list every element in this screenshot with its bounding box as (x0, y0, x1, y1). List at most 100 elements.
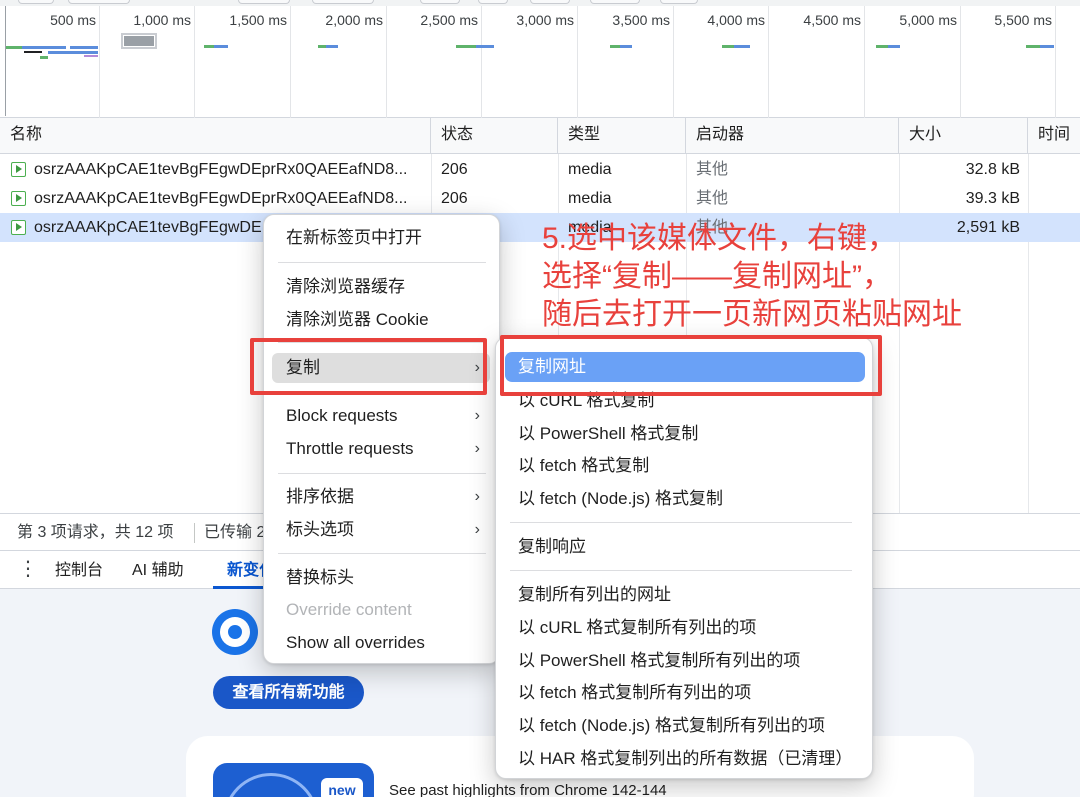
waterfall-segment (1040, 45, 1054, 48)
timeline-tick: 4,500 ms (803, 12, 861, 28)
menu-separator (278, 553, 486, 554)
timeline-toolbar-strip (0, 0, 1080, 6)
menu-item-copy-all-urls[interactable]: 复制所有列出的网址 (518, 580, 671, 610)
menu-separator (278, 473, 486, 474)
request-initiator: 其他 (696, 161, 729, 178)
chevron-right-icon: › (474, 488, 480, 505)
waterfall-segment (456, 45, 476, 48)
menu-item-copy-as-fetch[interactable]: 以 fetch 格式复制 (518, 451, 649, 481)
menu-item-clear-cookies[interactable]: 清除浏览器 Cookie (286, 305, 486, 335)
request-size: 32.8 kB (965, 161, 1020, 178)
waterfall-segment (204, 45, 214, 48)
timeline-tick: 2,000 ms (325, 12, 383, 28)
waterfall-segment (476, 45, 494, 48)
tab-console[interactable]: 控制台 (55, 551, 103, 591)
menu-item-replace-headers[interactable]: 替换标头 (286, 563, 486, 593)
menu-item-block-requests[interactable]: Block requests › (286, 401, 490, 431)
timeline-tick: 1,000 ms (133, 12, 191, 28)
menu-item-clear-cache[interactable]: 清除浏览器缓存 (286, 272, 486, 302)
more-vertical-icon[interactable]: ⋮ (18, 559, 38, 581)
status-divider (194, 523, 195, 543)
menu-separator (510, 570, 852, 571)
copy-submenu: 复制网址 以 cURL 格式复制 以 PowerShell 格式复制 以 fet… (495, 337, 873, 779)
chevron-right-icon: › (474, 521, 480, 538)
waterfall-segment (40, 56, 48, 59)
waterfall-block (121, 33, 157, 49)
waterfall-segment (722, 45, 734, 48)
menu-item-header-options[interactable]: 标头选项 › (286, 515, 490, 545)
table-row[interactable]: osrzAAAKpCAE1tevBgFEgwDEprRx0QAEEafND8..… (0, 184, 1080, 213)
context-menu: 在新标签页中打开 清除浏览器缓存 清除浏览器 Cookie 复制 › Block… (263, 214, 500, 664)
toolbar-fragment (68, 0, 130, 4)
menu-item-copy-all-as-fetch[interactable]: 以 fetch 格式复制所有列出的项 (518, 678, 751, 708)
timeline-tick: 4,000 ms (707, 12, 765, 28)
menu-item-block-requests-label: Block requests (286, 406, 398, 425)
menu-item-copy-as-fetch-node[interactable]: 以 fetch (Node.js) 格式复制 (518, 484, 723, 514)
column-header-name[interactable]: 名称 (0, 118, 431, 154)
column-header-size[interactable]: 大小 (899, 118, 1028, 154)
toolbar-fragment (590, 0, 640, 4)
menu-item-copy-all-as-curl[interactable]: 以 cURL 格式复制所有列出的项 (518, 613, 756, 643)
menu-item-copy-response[interactable]: 复制响应 (518, 532, 586, 562)
annotation-line: 5.选中该媒体文件，右键， (542, 222, 898, 255)
new-badge: new (321, 778, 363, 797)
media-file-icon (11, 191, 26, 206)
see-all-features-button[interactable]: 查看所有新功能 (213, 676, 364, 709)
table-row[interactable]: osrzAAAKpCAE1tevBgFEgwDEprRx0QAEEafND8..… (0, 155, 1080, 184)
toolbar-fragment (478, 0, 508, 4)
waterfall-segment (610, 45, 620, 48)
column-header-time[interactable]: 时间 (1028, 118, 1080, 154)
waterfall-segment (70, 46, 98, 49)
menu-item-copy-as-powershell[interactable]: 以 PowerShell 格式复制 (518, 419, 698, 449)
toolbar-fragment (420, 0, 460, 4)
annotation-highlight-copy (250, 338, 487, 395)
waterfall-segment (318, 45, 326, 48)
timeline-overview[interactable]: 500 ms 1,000 ms 1,500 ms 2,000 ms 2,500 … (0, 0, 1080, 118)
grid-line (1055, 6, 1056, 118)
column-header-status[interactable]: 状态 (431, 118, 558, 154)
waterfall-segment (876, 45, 888, 48)
waterfall-segment (620, 45, 632, 48)
menu-item-throttle-requests-label: Throttle requests (286, 439, 414, 458)
menu-item-copy-all-as-fetch-node[interactable]: 以 fetch (Node.js) 格式复制所有列出的项 (518, 711, 825, 741)
tab-ai-assistance[interactable]: AI 辅助 (132, 551, 184, 591)
column-header-type[interactable]: 类型 (558, 118, 686, 154)
menu-item-throttle-requests[interactable]: Throttle requests › (286, 434, 490, 464)
menu-item-copy-all-as-har[interactable]: 以 HAR 格式复制列出的所有数据（已清理） (518, 744, 852, 774)
toolbar-fragment (238, 0, 290, 4)
menu-item-sort-by-label: 排序依据 (286, 487, 354, 506)
menu-item-copy-all-as-powershell[interactable]: 以 PowerShell 格式复制所有列出的项 (518, 646, 800, 676)
highlights-card-text[interactable]: See past highlights from Chrome 142-144 (389, 782, 667, 797)
waterfall-segment (48, 51, 98, 54)
waterfall-segment (734, 45, 750, 48)
request-name: osrzAAAKpCAE1tevBgFEgwDEprRx0QAEEafND8..… (34, 161, 408, 178)
menu-item-override-content: Override content (286, 600, 412, 619)
transferred-size: 已传输 2 (204, 524, 266, 541)
annotation-line: 选择“复制——复制网址”， (542, 260, 892, 293)
request-type: media (568, 161, 612, 178)
menu-item-open-new-tab[interactable]: 在新标签页中打开 (286, 223, 486, 253)
toolbar-fragment (18, 0, 54, 4)
table-header: 名称 状态 类型 启动器 大小 时间 (0, 118, 1080, 154)
menu-item-header-options-label: 标头选项 (286, 520, 354, 539)
request-count: 第 3 项请求，共 12 项 (17, 524, 174, 541)
timeline-tick: 500 ms (50, 12, 96, 28)
toolbar-fragment (530, 0, 570, 4)
timeline-tick: 2,500 ms (420, 12, 478, 28)
media-file-icon (11, 162, 26, 177)
menu-item-sort-by[interactable]: 排序依据 › (286, 482, 490, 512)
waterfall-segment (326, 45, 338, 48)
annotation-instructions: 5.选中该媒体文件，右键， 选择“复制——复制网址”， 随后去打开一页新网页粘贴… (542, 220, 1062, 334)
waterfall-segment (22, 46, 66, 49)
waterfall-segment (214, 45, 228, 48)
request-name: osrzAAAKpCAE1tevBgFEgwDEprRx0QAEEafND8..… (34, 190, 408, 207)
timeline-tick: 1,500 ms (229, 12, 287, 28)
request-size: 39.3 kB (965, 190, 1020, 207)
request-type: media (568, 190, 612, 207)
timeline-tick: 5,000 ms (899, 12, 957, 28)
request-status: 206 (441, 190, 468, 207)
menu-item-show-all-overrides[interactable]: Show all overrides (286, 628, 486, 658)
media-file-icon (11, 220, 26, 235)
column-header-initiator[interactable]: 启动器 (686, 118, 899, 154)
waterfall-segment (84, 55, 98, 57)
